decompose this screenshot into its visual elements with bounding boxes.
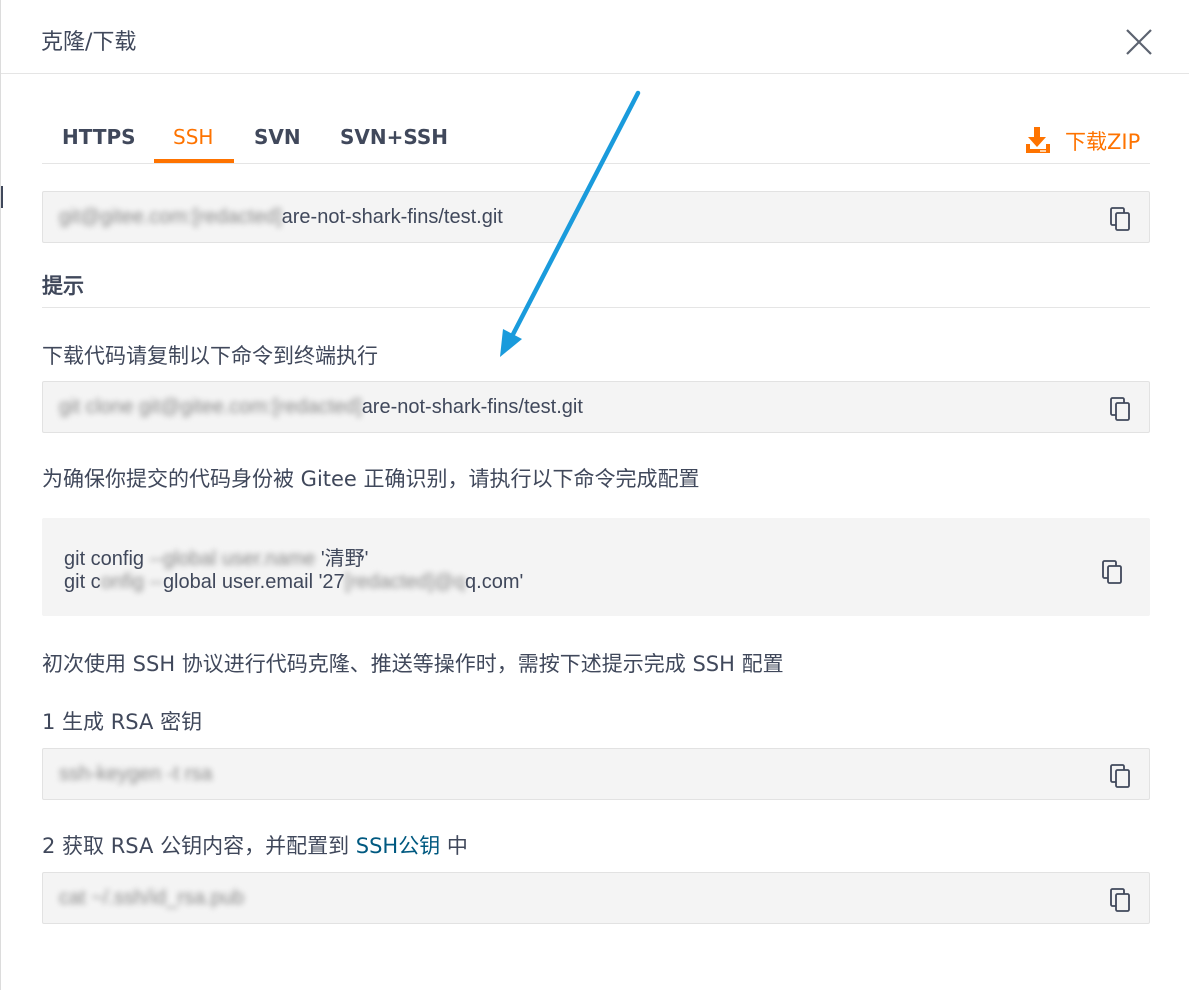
active-tab-indicator xyxy=(154,159,234,163)
redacted-text: git@gitee.com:[redacted] xyxy=(59,206,282,228)
ssh-instruction: 初次使用 SSH 协议进行代码克隆、推送等操作时，需按下述提示完成 SSH 配置 xyxy=(42,652,784,676)
config-command-line-1: git config --global user.name '清野' xyxy=(64,548,369,570)
copy-url-button[interactable] xyxy=(1108,206,1132,232)
step1-label: 1 生成 RSA 密钥 xyxy=(42,710,203,734)
left-edge-mark xyxy=(1,186,3,208)
pubkey-command-text: cat ~/.ssh/id_rsa.pub xyxy=(59,887,244,910)
close-button[interactable] xyxy=(1121,24,1157,60)
clone-instruction: 下载代码请复制以下命令到终端执行 xyxy=(42,344,378,368)
tab-https[interactable]: HTTPS xyxy=(62,125,136,149)
dialog-header: 克隆/下载 xyxy=(1,0,1189,74)
tab-svn-ssh[interactable]: SVN+SSH xyxy=(340,125,448,149)
keygen-command-text: ssh-keygen -t rsa xyxy=(59,763,212,786)
tab-ssh[interactable]: SSH xyxy=(173,125,213,149)
step2-label: 2 获取 RSA 公钥内容，并配置到 SSH公钥 中 xyxy=(42,834,468,858)
config-command-line-2: git config --global user.email '27[redac… xyxy=(64,571,524,593)
copy-pubkey-command-button[interactable] xyxy=(1108,887,1132,913)
redacted-text: git clone git@gitee.com:[redacted] xyxy=(59,396,362,418)
protocol-tabs: HTTPS SSH SVN SVN+SSH 下载ZIP xyxy=(42,112,1150,164)
divider xyxy=(42,307,1150,308)
tab-svn[interactable]: SVN xyxy=(254,125,301,149)
repo-url-text: git@gitee.com:[redacted]are-not-shark-fi… xyxy=(59,206,503,228)
copy-icon xyxy=(1110,764,1130,788)
copy-config-commands-button[interactable] xyxy=(1100,559,1124,585)
copy-icon xyxy=(1110,888,1130,912)
identity-instruction: 为确保你提交的代码身份被 Gitee 正确识别，请执行以下命令完成配置 xyxy=(42,467,700,491)
copy-keygen-command-button[interactable] xyxy=(1108,763,1132,789)
keygen-command-field[interactable]: ssh-keygen -t rsa xyxy=(42,748,1150,800)
config-commands-field[interactable]: git config --global user.name '清野' git c… xyxy=(42,518,1150,616)
copy-icon xyxy=(1110,207,1130,231)
clone-download-dialog: 克隆/下载 HTTPS SSH SVN SVN+SSH 下载ZIP git@gi… xyxy=(0,0,1189,990)
redacted-text: --global user.name xyxy=(144,548,321,570)
tips-title: 提示 xyxy=(42,274,84,298)
download-icon xyxy=(1026,127,1050,153)
clone-command-field[interactable]: git clone git@gitee.com:[redacted]are-no… xyxy=(42,381,1150,433)
redacted-text: [redacted]@q xyxy=(344,571,466,593)
copy-icon xyxy=(1110,397,1130,421)
pubkey-command-field[interactable]: cat ~/.ssh/id_rsa.pub xyxy=(42,872,1150,924)
redacted-text: cat ~/.ssh/id_rsa.pub xyxy=(59,887,245,909)
dialog-title: 克隆/下载 xyxy=(41,30,137,55)
download-zip-label: 下载ZIP xyxy=(1065,130,1141,154)
copy-clone-command-button[interactable] xyxy=(1108,396,1132,422)
repo-url-field[interactable]: git@gitee.com:[redacted]are-not-shark-fi… xyxy=(42,191,1150,243)
clone-command-text: git clone git@gitee.com:[redacted]are-no… xyxy=(59,396,583,418)
copy-icon xyxy=(1102,560,1122,584)
ssh-key-link[interactable]: SSH公钥 xyxy=(356,834,440,858)
redacted-text: onfig -- xyxy=(100,571,163,593)
close-icon xyxy=(1126,29,1152,55)
redacted-text: ssh-keygen -t rsa xyxy=(59,763,213,785)
